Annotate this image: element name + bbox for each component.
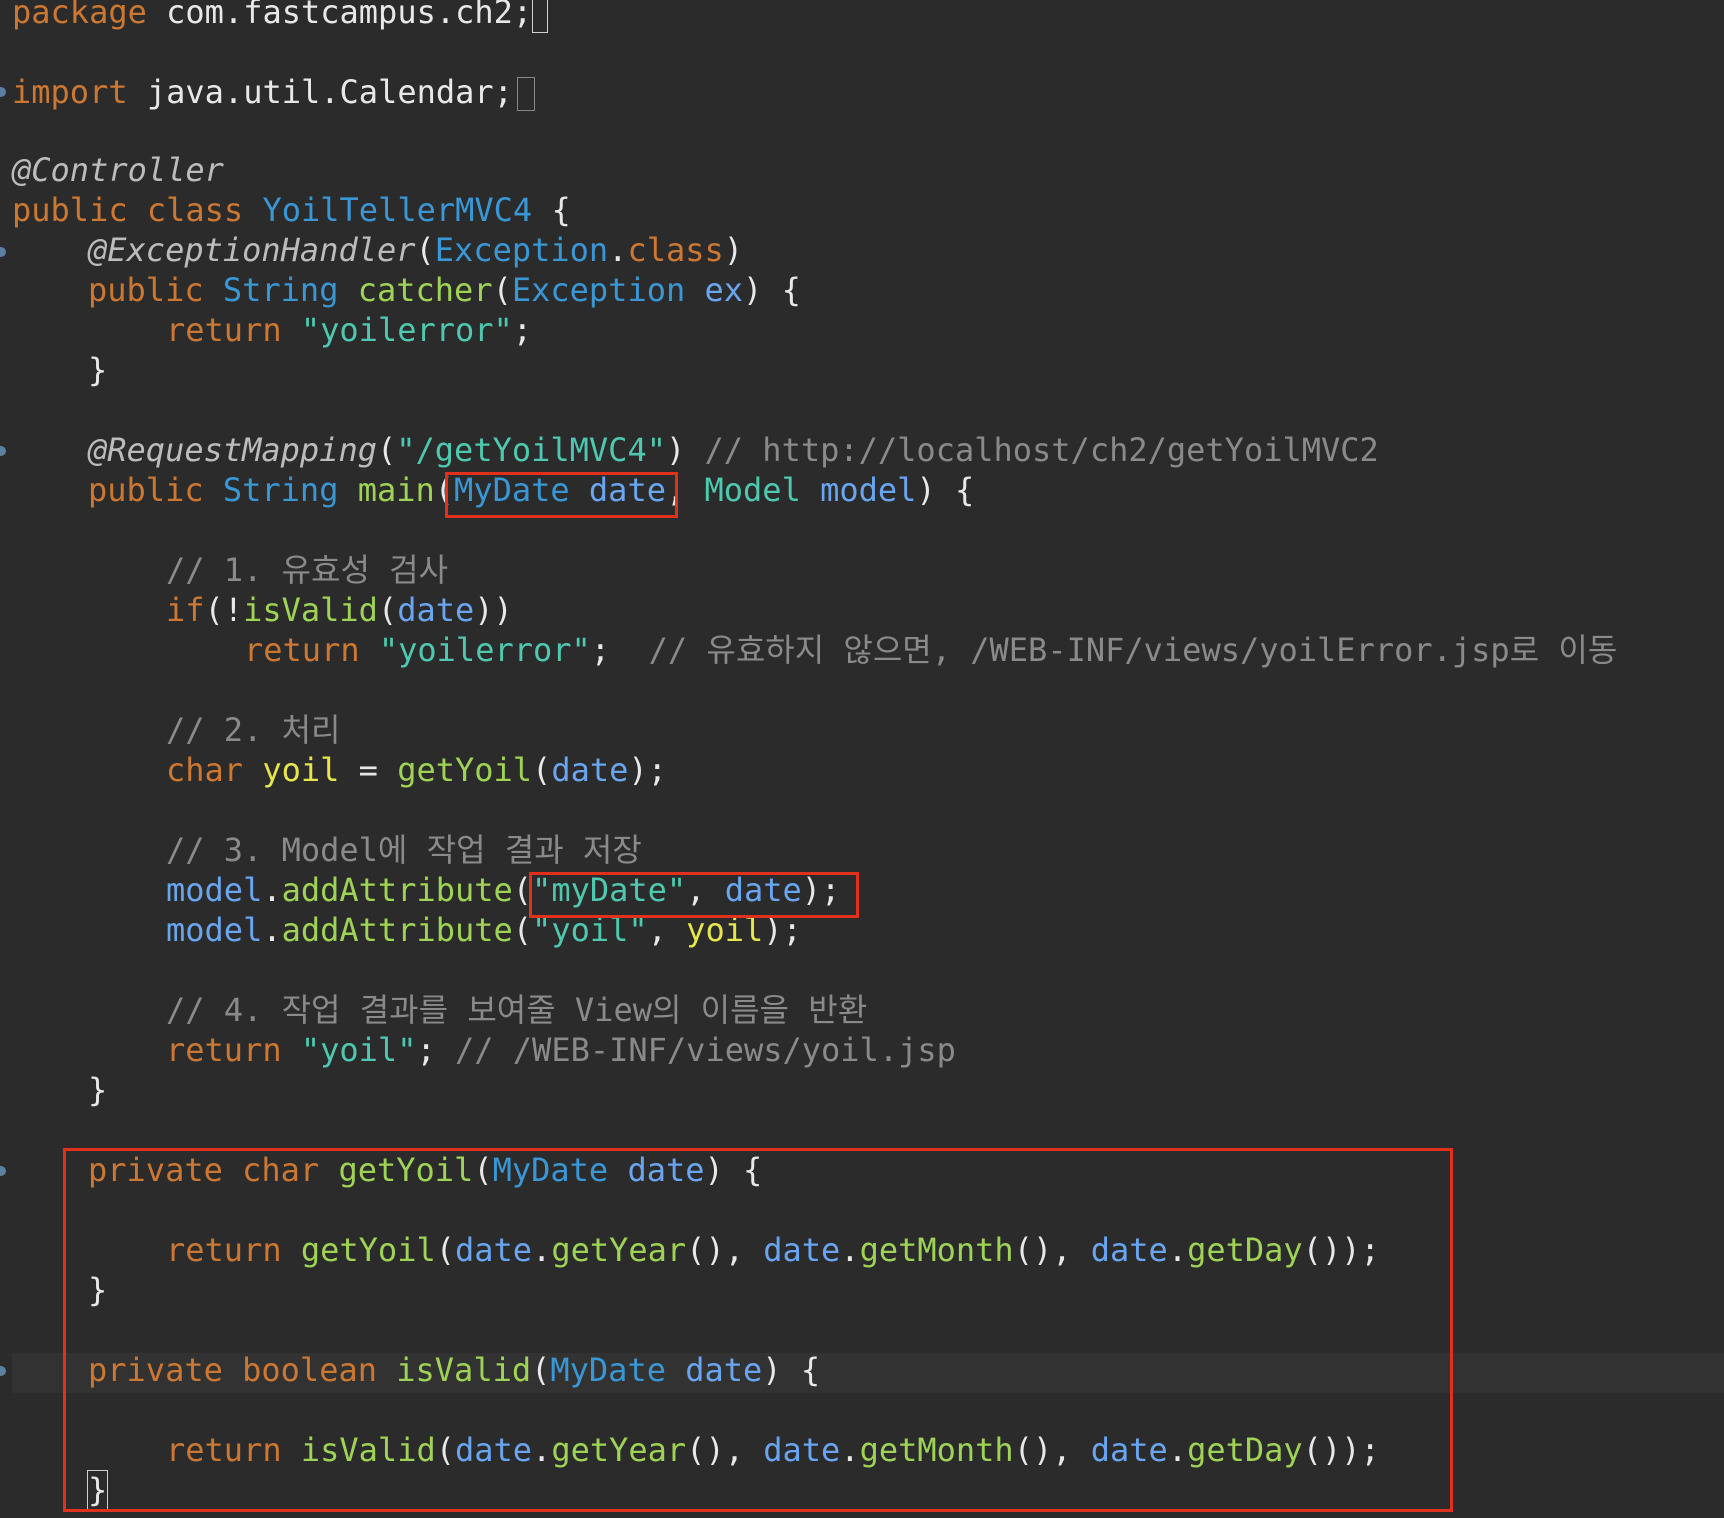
comment: // 2. 처리 <box>166 711 341 749</box>
comment: // 4. 작업 결과를 보여줄 View의 이름을 반환 <box>166 991 868 1029</box>
code-line-char-yoil: char yoil = getYoil(date); <box>166 750 667 790</box>
comment: // 유효하지 않으면, /WEB-INF/views/yoilError.js… <box>648 631 1618 669</box>
paren: ) <box>723 231 744 269</box>
type-name: Exception <box>511 271 705 309</box>
code-editor[interactable]: package com.fastcampus.ch2; import java.… <box>0 0 1724 1518</box>
code-line-comment: // 4. 작업 결과를 보여줄 View의 이름을 반환 <box>166 990 867 1030</box>
string-literal: "yoil" <box>300 1031 417 1069</box>
comment: // 3. Model에 작업 결과 저장 <box>166 831 642 869</box>
code-line-exception-handler: @ExceptionHandler(Exception.class) <box>88 230 743 270</box>
code-line-return: return "yoilerror"; <box>166 310 532 350</box>
semicolon: ; <box>512 311 533 349</box>
operator: = <box>339 751 398 789</box>
method-name: addAttribute <box>281 911 513 949</box>
variable: model <box>166 911 263 949</box>
paren: ( <box>377 591 398 629</box>
paren: ( <box>492 271 512 309</box>
comment: // 1. 유효성 검사 <box>166 551 449 589</box>
annotation: @RequestMapping <box>88 431 377 469</box>
code-line-package: package com.fastcampus.ch2; <box>12 0 549 33</box>
semicolon: ; <box>590 631 649 669</box>
keyword: char <box>166 751 263 789</box>
keyword: return <box>166 311 301 349</box>
variable: date <box>397 591 475 629</box>
method-name: catcher <box>357 271 493 309</box>
annotation: @ExceptionHandler <box>88 231 416 269</box>
paren: (! <box>204 591 244 629</box>
keyword: import <box>12 73 128 111</box>
code-line-return: return "yoilerror"; // 유효하지 않으면, /WEB-IN… <box>244 630 1617 670</box>
code-line-comment: // 3. Model에 작업 결과 저장 <box>166 830 642 870</box>
code-line-import: import java.util.Calendar; <box>12 72 535 112</box>
keyword: return <box>166 1031 301 1069</box>
code-line-request-mapping: @RequestMapping("/getYoilMVC4") // http:… <box>88 430 1379 470</box>
string-literal: "yoilerror" <box>378 631 591 669</box>
keyword: public <box>88 471 223 509</box>
import-name: java.util.Calendar; <box>127 73 513 111</box>
annotation: @Controller <box>12 151 224 189</box>
keyword: class <box>627 231 724 269</box>
text-caret <box>532 0 549 33</box>
code-line-class-decl: public class YoilTellerMVC4 { <box>12 190 571 230</box>
keyword: public class <box>12 191 263 229</box>
method-name: isValid <box>243 591 378 629</box>
paren: ) <box>665 431 705 469</box>
brace: } <box>88 1071 108 1109</box>
comment: // /WEB-INF/views/yoil.jsp <box>454 1031 956 1069</box>
paren: ( <box>415 231 435 269</box>
dot: . <box>608 231 628 269</box>
code-line-comment: // 1. 유효성 검사 <box>166 550 448 590</box>
type-name: Exception <box>434 231 609 269</box>
type-name: Model <box>704 471 821 509</box>
keyword: if <box>166 591 205 629</box>
class-name: YoilTellerMVC4 <box>262 191 533 229</box>
fold-icon[interactable] <box>0 1166 6 1176</box>
param-name: model <box>820 471 917 509</box>
code-line-return: return "yoil"; // /WEB-INF/views/yoil.js… <box>166 1030 956 1070</box>
variable: date <box>551 751 629 789</box>
code-line-annotation: @Controller <box>12 150 224 190</box>
paren: ) { <box>743 271 801 309</box>
highlight-box-add-attribute <box>529 872 859 918</box>
param-name: ex <box>704 271 744 309</box>
fold-icon[interactable] <box>0 87 6 97</box>
dot: . <box>262 871 282 909</box>
code-line-close-brace: } <box>88 350 107 390</box>
highlight-box-private-methods <box>63 1148 1453 1512</box>
comment: // http://localhost/ch2/getYoilMVC2 <box>704 431 1379 469</box>
code-line-comment: // 2. 처리 <box>166 710 340 750</box>
fold-icon[interactable] <box>0 446 6 456</box>
paren: ); <box>628 751 667 789</box>
type-name: String <box>222 271 358 309</box>
method-name: getYoil <box>397 751 533 789</box>
paren: ( <box>532 751 552 789</box>
brace: } <box>88 351 108 389</box>
string-literal: "/getYoilMVC4" <box>396 431 666 469</box>
dot: . <box>262 911 282 949</box>
keyword: package <box>12 0 147 31</box>
highlight-box-main-param <box>445 472 678 518</box>
brace: { <box>532 191 571 229</box>
local-variable: yoil <box>262 751 340 789</box>
method-name: main <box>357 471 435 509</box>
code-line-catcher-decl: public String catcher(Exception ex) { <box>88 270 801 310</box>
paren: ( <box>376 431 397 469</box>
method-name: addAttribute <box>281 871 513 909</box>
package-name: com.fastcampus.ch2; <box>146 0 533 31</box>
fold-icon[interactable] <box>0 247 6 257</box>
code-line-close-brace: } <box>88 1070 107 1110</box>
code-line-if: if(!isValid(date)) <box>166 590 513 630</box>
semicolon: ; <box>416 1031 455 1069</box>
fold-icon[interactable] <box>0 1366 6 1376</box>
type-name: String <box>222 471 358 509</box>
keyword: return <box>244 631 379 669</box>
paren: ) { <box>916 471 975 509</box>
keyword: public <box>88 271 223 309</box>
paren: )) <box>474 591 513 629</box>
variable: model <box>166 871 263 909</box>
folded-imports-icon[interactable] <box>516 77 535 111</box>
string-literal: "yoilerror" <box>300 311 513 349</box>
